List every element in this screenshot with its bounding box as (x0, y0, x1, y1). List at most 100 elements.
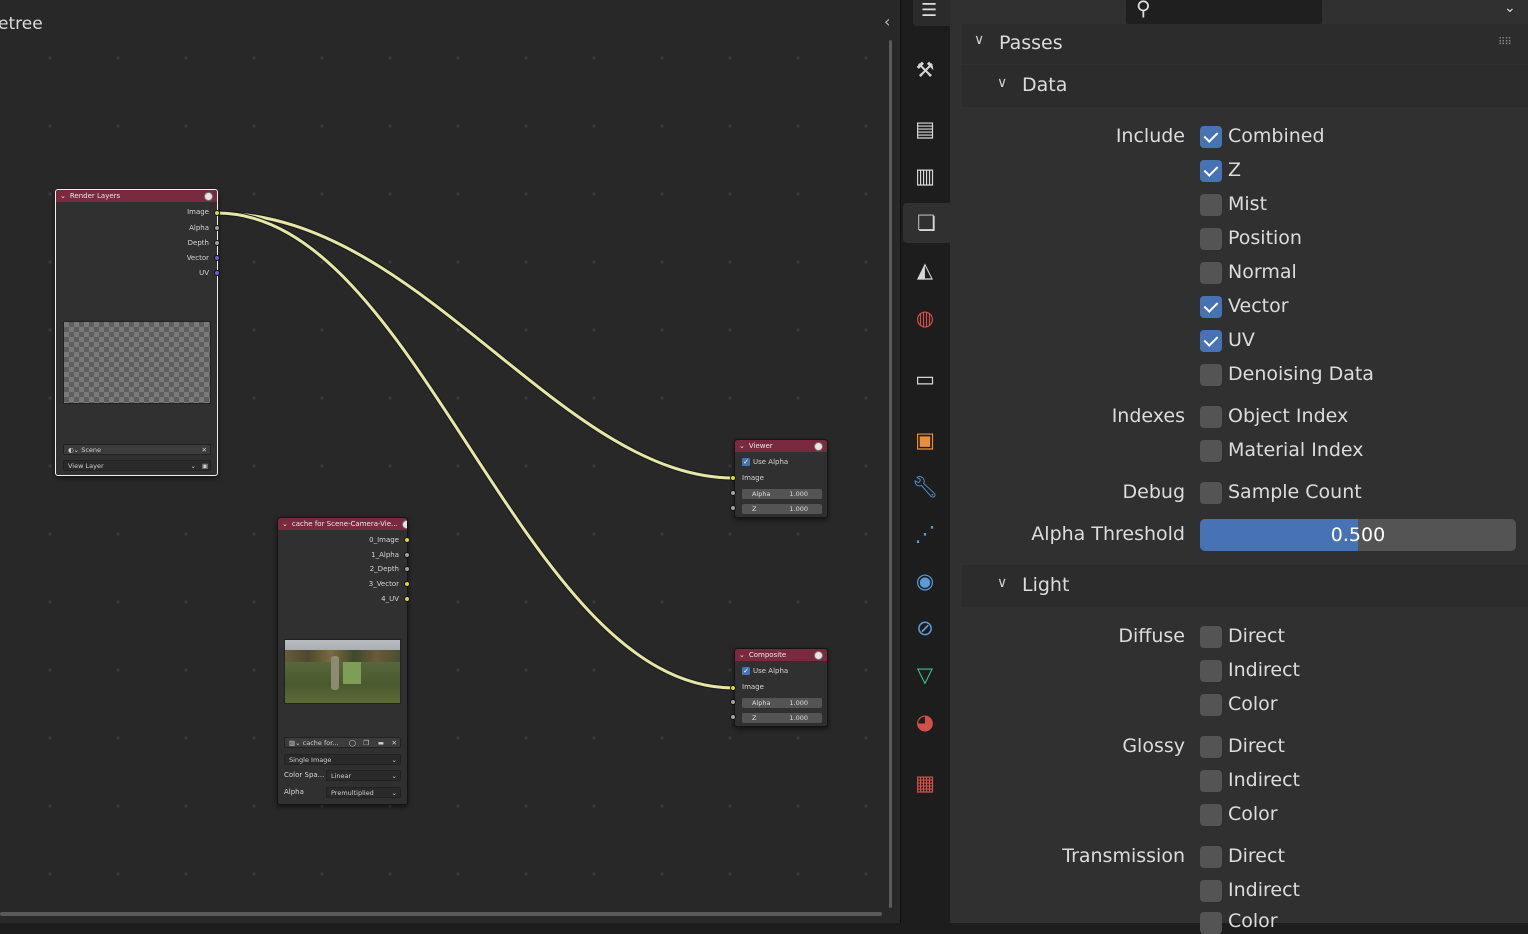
close-icon[interactable]: ✕ (392, 738, 397, 747)
view-layer-dropdown[interactable]: View Layer ⌄ ▣ (63, 460, 211, 471)
socket-uv[interactable] (214, 270, 220, 276)
glossy-indirect-checkbox[interactable] (1200, 770, 1222, 792)
glossy-color-checkbox[interactable] (1200, 804, 1222, 826)
combined-checkbox[interactable] (1200, 126, 1222, 148)
tab-particles[interactable]: ⋰ (903, 514, 947, 554)
uv-checkbox[interactable] (1200, 330, 1222, 352)
source-dropdown[interactable]: Single Image ⌄ (284, 754, 401, 765)
object-index-checkbox[interactable] (1200, 406, 1222, 428)
socket-viewer-image[interactable] (730, 475, 736, 481)
chevron-down-icon: ⌄ (391, 789, 397, 797)
image-input-label: Image (742, 474, 764, 482)
globe-icon (814, 650, 823, 660)
image-field[interactable]: ▨⌄ cache for... ◯ ❐ ▬ ✕ (284, 737, 401, 748)
socket-composite-alpha[interactable] (730, 699, 736, 705)
particles-icon: ⋰ (914, 521, 936, 546)
tab-texture[interactable]: ▦ (903, 763, 947, 803)
tab-constraints[interactable]: ⊘ (903, 608, 947, 648)
image-node[interactable]: ⌄ cache for Scene-Camera-Vie... 0_Image 1… (277, 517, 408, 805)
chevron-down-icon[interactable]: ⌄ (282, 520, 288, 528)
socket-alpha[interactable] (214, 225, 220, 231)
add-layer-icon[interactable]: ▣ (202, 461, 208, 470)
diffuse-direct-label: Direct (1228, 625, 1285, 647)
alpha-dropdown[interactable]: Premultiplied ⌄ (326, 787, 401, 798)
socket-viewer-alpha[interactable] (730, 490, 736, 496)
glossy-direct-checkbox[interactable] (1200, 736, 1222, 758)
drag-handle-icon[interactable]: ⠿⠿ (1498, 37, 1512, 48)
socket-depth[interactable] (214, 240, 220, 246)
render-icon: ▤ (915, 116, 935, 141)
use-alpha-checkbox[interactable]: ✓ Use Alpha (742, 667, 788, 675)
tab-world[interactable]: ◍ (903, 298, 947, 338)
alpha-threshold-slider[interactable]: 0.500 (1200, 519, 1516, 551)
diffuse-color-checkbox[interactable] (1200, 694, 1222, 716)
socket-vector[interactable] (214, 255, 220, 261)
socket-3-vector[interactable] (404, 581, 410, 587)
tab-render[interactable]: ▤ (903, 109, 947, 149)
chevron-down-icon[interactable]: ⌄ (739, 651, 745, 659)
tab-material[interactable]: ◕ (903, 702, 947, 742)
chevron-down-icon[interactable]: ⌄ (60, 192, 66, 200)
tab-output[interactable]: ▥ (903, 156, 947, 196)
material-index-checkbox[interactable] (1200, 440, 1222, 462)
chevron-down-icon[interactable]: ∨ (974, 32, 984, 48)
tab-collection[interactable]: ▭ (903, 359, 947, 399)
duplicate-icon[interactable]: ❐ (363, 738, 369, 747)
tab-object[interactable]: ▣ (903, 420, 947, 460)
diffuse-indirect-checkbox[interactable] (1200, 660, 1222, 682)
socket-composite-image[interactable] (730, 685, 736, 691)
scene-icon: ◐⌄ (68, 446, 80, 454)
transmission-direct-checkbox[interactable] (1200, 846, 1222, 868)
chevron-down-icon[interactable]: ∨ (997, 75, 1007, 91)
alpha-slider[interactable]: Alpha 1.000 (742, 489, 822, 499)
chevron-down-icon[interactable]: ⌄ (1504, 0, 1516, 16)
mist-checkbox[interactable] (1200, 194, 1222, 216)
folder-icon[interactable]: ▬ (378, 738, 384, 747)
use-alpha-checkbox[interactable]: ✓ Use Alpha (742, 458, 788, 466)
normal-checkbox[interactable] (1200, 262, 1222, 284)
printer-icon: ▥ (915, 163, 935, 188)
viewer-node[interactable]: ⌄ Viewer ✓ Use Alpha Image Alpha 1.000 Z 1.0… (734, 439, 828, 518)
diffuse-indirect-label: Indirect (1228, 659, 1300, 681)
uv-label: UV (1228, 329, 1255, 351)
tab-data[interactable]: ▽ (903, 655, 947, 695)
transmission-color-checkbox[interactable] (1200, 912, 1222, 934)
socket-image[interactable] (214, 210, 220, 216)
z-checkbox[interactable] (1200, 160, 1222, 182)
z-slider[interactable]: Z 1.000 (742, 504, 822, 514)
diffuse-direct-checkbox[interactable] (1200, 626, 1222, 648)
socket-4-uv[interactable] (404, 596, 410, 602)
chevron-down-icon[interactable]: ⌄ (739, 442, 745, 450)
transmission-indirect-checkbox[interactable] (1200, 880, 1222, 902)
close-icon[interactable]: ✕ (202, 445, 207, 454)
output-label: 1_Alpha (371, 551, 399, 559)
alpha-slider[interactable]: Alpha 1.000 (742, 698, 822, 708)
tab-modifier[interactable]: 🔧︎ (903, 467, 947, 507)
socket-viewer-z[interactable] (730, 505, 736, 511)
node-title: Viewer (748, 442, 773, 450)
chevron-down-icon[interactable]: ∨ (997, 575, 1007, 591)
socket-1-alpha[interactable] (404, 552, 410, 558)
render-layers-node[interactable]: ⌄ Render Layers Image Alpha Depth Vector … (55, 189, 218, 476)
socket-0-image[interactable] (404, 537, 410, 543)
sample-count-checkbox[interactable] (1200, 482, 1222, 504)
composite-node[interactable]: ⌄ Composite ✓ Use Alpha Image Alpha 1.000 Z… (734, 648, 828, 727)
scene-field[interactable]: ◐⌄ Scene ✕ (63, 444, 211, 455)
vector-checkbox[interactable] (1200, 296, 1222, 318)
position-checkbox[interactable] (1200, 228, 1222, 250)
fake-user-icon[interactable]: ◯ (349, 738, 356, 747)
z-slider[interactable]: Z 1.000 (742, 713, 822, 723)
denoising-data-checkbox[interactable] (1200, 364, 1222, 386)
tab-scene[interactable]: ◭ (903, 250, 947, 290)
color-space-dropdown[interactable]: Linear ⌄ (326, 770, 401, 781)
socket-2-depth[interactable] (404, 566, 410, 572)
tab-view-layer[interactable]: ❏ (903, 203, 950, 243)
search-input[interactable] (1126, 0, 1322, 26)
tab-physics[interactable]: ◉ (903, 561, 947, 601)
node-editor[interactable]: etree ‹ ⌄ Render Layers Image Alpha Depth… (0, 0, 900, 923)
link-image-viewer (216, 210, 735, 481)
tab-tool[interactable]: ⚒ (903, 50, 947, 90)
socket-composite-z[interactable] (730, 714, 736, 720)
collection-icon: ▭ (915, 366, 935, 391)
output-label: 4_UV (381, 595, 399, 603)
